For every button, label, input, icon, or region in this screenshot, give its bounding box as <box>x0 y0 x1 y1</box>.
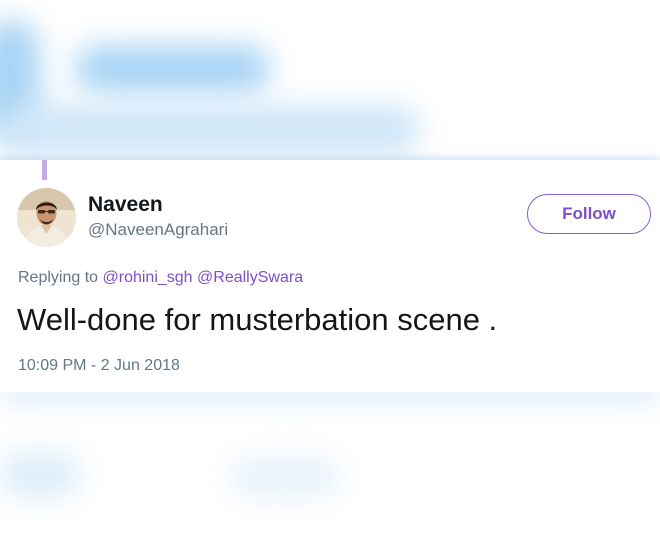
tweet-timestamp[interactable]: 10:09 PM - 2 Jun 2018 <box>18 357 180 375</box>
thread-connector-line <box>42 160 47 180</box>
display-name[interactable]: Naveen <box>88 193 163 217</box>
tweet-card: Naveen @NaveenAgrahari Follow Replying t… <box>0 160 660 392</box>
avatar[interactable] <box>17 188 76 247</box>
user-avatar-icon <box>17 188 76 247</box>
blurred-previous-tweet <box>0 0 660 160</box>
tweet-text: Well-done for musterbation scene . <box>17 302 498 337</box>
replying-to: Replying to @rohini_sgh @ReallySwara <box>18 269 303 287</box>
mention-link-rohini[interactable]: @rohini_sgh <box>103 269 193 286</box>
user-handle[interactable]: @NaveenAgrahari <box>88 220 228 240</box>
blurred-next-tweet <box>0 392 660 535</box>
replying-to-label: Replying to <box>18 269 99 286</box>
mention-link-swara[interactable]: @ReallySwara <box>197 269 303 286</box>
follow-button[interactable]: Follow <box>527 194 651 234</box>
